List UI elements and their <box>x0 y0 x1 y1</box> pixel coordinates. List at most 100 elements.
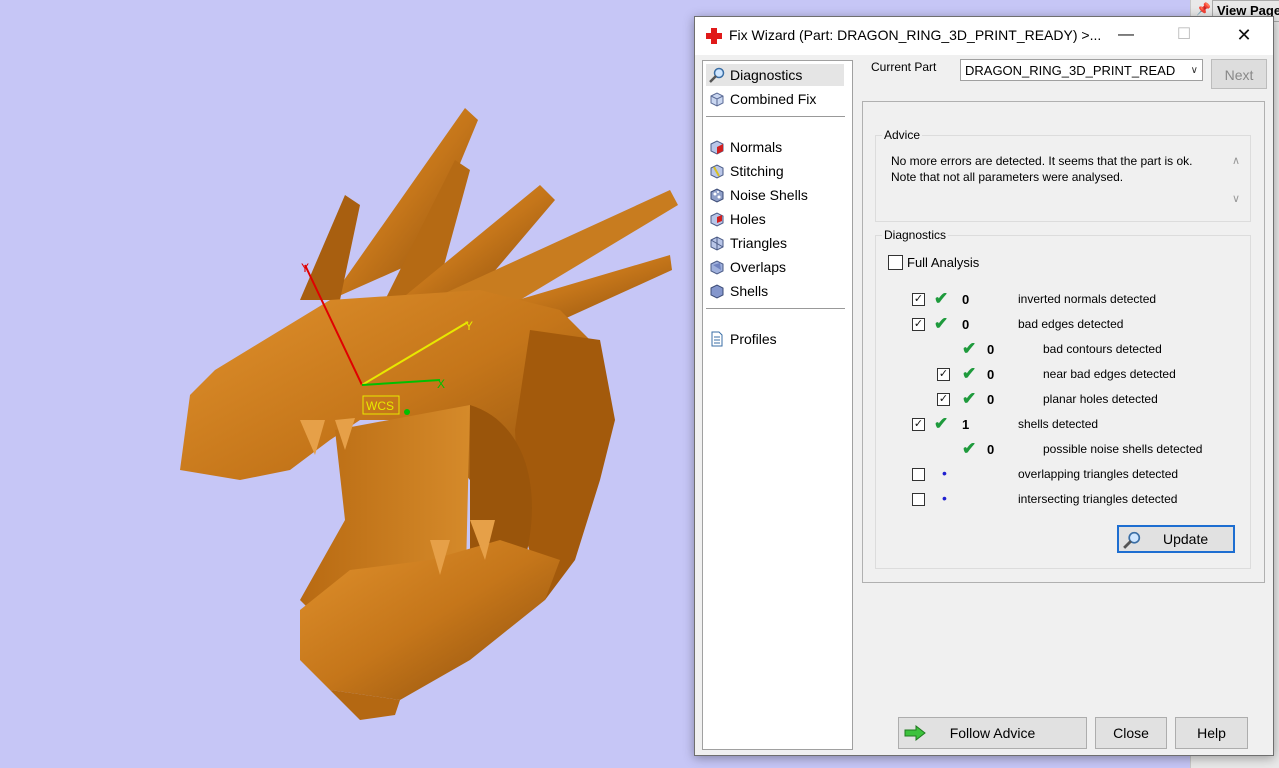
row-count: 0 <box>987 392 995 407</box>
update-label: Update <box>1163 531 1209 547</box>
nav-item-combined-fix[interactable]: Combined Fix <box>706 88 844 110</box>
cube-icon <box>710 92 724 107</box>
row-checkbox[interactable]: ✓ <box>912 418 925 431</box>
nav-item-label: Combined Fix <box>730 91 817 107</box>
nav-item-noise-shells[interactable]: Noise Shells <box>706 184 844 206</box>
pending-dot-icon: • <box>942 465 947 481</box>
scroll-up-icon[interactable]: ∧ <box>1232 154 1240 167</box>
row-label: planar holes detected <box>1043 392 1158 406</box>
row-count: 0 <box>987 442 995 457</box>
shells-cube-icon <box>710 284 724 299</box>
nav-item-overlaps[interactable]: Overlaps <box>706 256 844 278</box>
magnifier-icon <box>1123 531 1141 549</box>
pending-dot-icon: • <box>942 490 947 506</box>
nav-item-label: Profiles <box>730 331 777 347</box>
overlaps-cube-icon <box>710 260 724 275</box>
green-check-icon: ✔ <box>934 314 949 333</box>
green-check-icon: ✔ <box>962 364 977 383</box>
chevron-down-icon: ∨ <box>1190 65 1198 76</box>
nav-item-triangles[interactable]: Triangles <box>706 232 844 254</box>
minimize-button[interactable]: — <box>1103 17 1149 55</box>
nav-item-normals[interactable]: Normals <box>706 136 844 158</box>
normals-cube-icon <box>710 140 724 155</box>
advice-group: Advice No more errors are detected. It s… <box>875 128 1251 222</box>
current-part-label: Current Part <box>871 60 937 74</box>
nav-item-label: Diagnostics <box>730 67 803 83</box>
row-label: intersecting triangles detected <box>1018 492 1178 506</box>
current-part-select[interactable]: DRAGON_RING_3D_PRINT_READ ∨ <box>960 59 1203 81</box>
row-label: overlapping triangles detected <box>1018 467 1179 481</box>
red-cross-icon <box>706 28 722 44</box>
fix-nav-list: Diagnostics Combined Fix Normals Stitchi… <box>702 60 853 750</box>
row-label: near bad edges detected <box>1043 367 1176 381</box>
diagnostic-row: ✓ ✔ 0 inverted normals detected <box>912 290 1272 310</box>
follow-advice-button[interactable]: Follow Advice <box>898 717 1087 749</box>
row-count: 0 <box>987 367 995 382</box>
green-arrow-icon <box>904 725 926 741</box>
fix-wizard-dialog: Fix Wizard (Part: DRAGON_RING_3D_PRINT_R… <box>694 16 1274 756</box>
nav-separator <box>706 116 845 117</box>
row-checkbox[interactable] <box>912 468 925 481</box>
advice-text: No more errors are detected. It seems th… <box>891 154 1193 184</box>
axis-z-label: Y <box>301 261 309 275</box>
noise-shells-icon <box>710 188 724 203</box>
nav-item-stitching[interactable]: Stitching <box>706 160 844 182</box>
window-close-button[interactable]: ✕ <box>1221 17 1267 55</box>
row-checkbox[interactable]: ✓ <box>912 293 925 306</box>
diagnostic-row: • intersecting triangles detected <box>912 490 1272 510</box>
axis-y-label: Y <box>465 319 473 333</box>
magnifier-icon <box>709 67 725 83</box>
row-checkbox[interactable]: ✓ <box>937 368 950 381</box>
diagnostic-row: ✔ 0 bad contours detected <box>912 340 1272 360</box>
nav-item-holes[interactable]: Holes <box>706 208 844 230</box>
nav-item-profiles[interactable]: Profiles <box>706 328 844 350</box>
diagnostic-row: • overlapping triangles detected <box>912 465 1272 485</box>
diagnostic-row: ✔ 0 possible noise shells detected <box>912 440 1272 460</box>
row-count: 0 <box>962 292 970 307</box>
next-button[interactable]: Next <box>1211 59 1267 89</box>
scroll-down-icon[interactable]: ∨ <box>1232 192 1240 205</box>
diagnostics-group: Diagnostics Full Analysis ✓ ✔ 0 inverted… <box>875 228 1251 569</box>
full-analysis-label: Full Analysis <box>907 255 980 270</box>
green-check-icon: ✔ <box>962 439 977 458</box>
nav-item-label: Stitching <box>730 163 784 179</box>
green-check-icon: ✔ <box>934 414 949 433</box>
diagnostic-row: ✓ ✔ 1 shells detected <box>912 415 1272 435</box>
row-label: shells detected <box>1018 417 1099 431</box>
wcs-label: WCS <box>366 399 394 413</box>
diagnostic-row: ✓ ✔ 0 near bad edges detected <box>912 365 1272 385</box>
row-count: 0 <box>962 317 970 332</box>
nav-item-label: Noise Shells <box>730 187 808 203</box>
nav-item-diagnostics[interactable]: Diagnostics <box>706 64 844 86</box>
advice-title: Advice <box>882 128 923 142</box>
green-check-icon: ✔ <box>934 289 949 308</box>
diagnostics-panel: Advice No more errors are detected. It s… <box>862 101 1265 583</box>
close-button[interactable]: Close <box>1095 717 1167 749</box>
row-checkbox[interactable] <box>912 493 925 506</box>
diagnostics-title: Diagnostics <box>882 228 949 242</box>
stitching-cube-icon <box>710 164 724 179</box>
row-count: 1 <box>962 417 970 432</box>
full-analysis-checkbox[interactable] <box>888 255 903 270</box>
follow-advice-label: Follow Advice <box>949 725 1036 741</box>
update-button[interactable]: Update <box>1117 525 1235 553</box>
nav-item-shells[interactable]: Shells <box>706 280 844 302</box>
help-button[interactable]: Help <box>1175 717 1248 749</box>
row-checkbox[interactable]: ✓ <box>912 318 925 331</box>
row-label: possible noise shells detected <box>1043 442 1203 456</box>
row-label: inverted normals detected <box>1018 292 1157 306</box>
title-bar[interactable]: Fix Wizard (Part: DRAGON_RING_3D_PRINT_R… <box>695 17 1273 55</box>
maximize-button[interactable]: ☐ <box>1161 17 1207 55</box>
row-label: bad contours detected <box>1043 342 1162 356</box>
triangles-cube-icon <box>710 236 724 251</box>
row-count: 0 <box>987 342 995 357</box>
green-check-icon: ✔ <box>962 389 977 408</box>
pin-icon[interactable]: 📌 <box>1196 2 1211 16</box>
diagnostic-row: ✓ ✔ 0 planar holes detected <box>912 390 1272 410</box>
green-check-icon: ✔ <box>962 339 977 358</box>
window-title: Fix Wizard (Part: DRAGON_RING_3D_PRINT_R… <box>729 27 1102 43</box>
nav-item-label: Normals <box>730 139 783 155</box>
axis-x-label: X <box>437 377 445 391</box>
nav-item-label: Shells <box>730 283 769 299</box>
row-checkbox[interactable]: ✓ <box>937 393 950 406</box>
